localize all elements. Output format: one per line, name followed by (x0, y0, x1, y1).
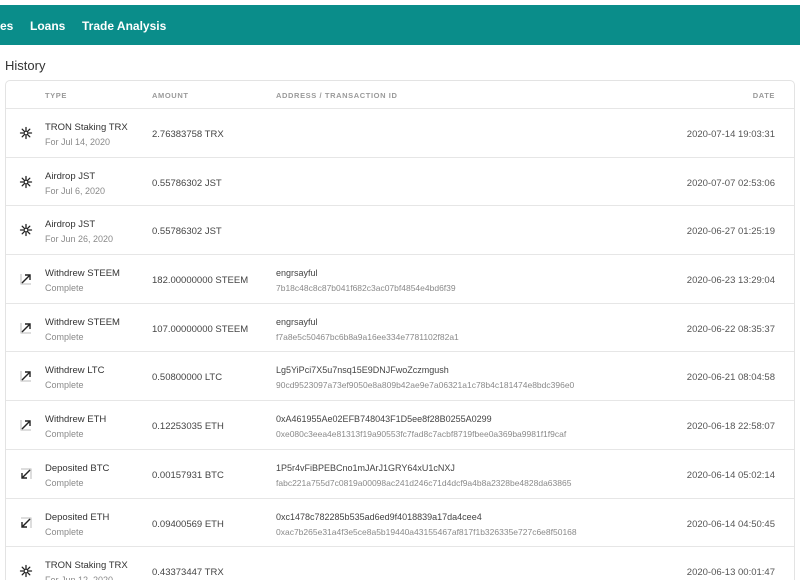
top-nav-bar: es Loans Trade Analysis (0, 5, 800, 45)
transaction-status: For Jun 12, 2020 (45, 575, 113, 580)
transaction-status: Complete (45, 380, 84, 391)
transaction-date: 2020-06-21 08:04:58 (686, 372, 775, 384)
transaction-amount: 0.00157931 BTC (152, 469, 224, 481)
transaction-date: 2020-06-18 22:58:07 (686, 421, 775, 433)
transaction-status: Complete (45, 429, 84, 440)
transaction-amount: 0.43373447 TRX (152, 567, 224, 579)
table-header: TYPE AMOUNT ADDRESS / TRANSACTION ID DAT… (6, 81, 794, 109)
transaction-address[interactable]: Lg5YiPci7X5u7nsq15E9DNJFwoZczmgush (276, 365, 449, 375)
table-row[interactable]: Airdrop JST For Jul 6, 2020 0.55786302 JST… (6, 158, 794, 207)
transaction-type: Withdrew STEEM (45, 268, 120, 280)
transaction-id[interactable]: 90cd9523097a73ef9050e8a809b42ae9e7a06321… (276, 380, 574, 390)
transaction-date: 2020-06-27 01:25:19 (686, 226, 775, 238)
transaction-amount: 0.09400569 ETH (152, 518, 224, 530)
transaction-type: Deposited ETH (45, 511, 110, 523)
transaction-date: 2020-07-14 19:03:31 (686, 129, 775, 140)
transaction-address[interactable]: 0xA461955Ae02EFB748043F1D5ee8f28B0255A02… (276, 414, 492, 424)
transaction-date: 2020-06-22 08:35:37 (686, 323, 775, 335)
transaction-date: 2020-06-14 04:50:45 (686, 518, 775, 530)
column-header-type: TYPE (45, 91, 67, 100)
transaction-type: Withdrew LTC (45, 365, 105, 377)
withdraw-arrow-icon (19, 369, 33, 383)
transaction-date: 2020-06-23 13:29:04 (686, 275, 775, 287)
nav-item-truncated[interactable]: es (0, 19, 13, 33)
transaction-id[interactable]: 0xac7b265e31a4f3e5ce8a5b19440a43155467af… (276, 527, 577, 537)
tron-staking-icon (19, 126, 33, 140)
table-row[interactable]: Withdrew STEEM Complete 107.00000000 STEEM… (6, 304, 794, 353)
transaction-status: For Jul 6, 2020 (45, 185, 106, 196)
transaction-status: For Jul 14, 2020 (45, 137, 111, 147)
column-header-date: DATE (752, 91, 775, 100)
transaction-amount: 0.55786302 JST (152, 226, 222, 238)
table-row[interactable]: TRON Staking TRX For Jun 12, 2020 0.433734… (6, 547, 794, 580)
transaction-id[interactable]: 7b18c48c8c87b041f682c3ac07bf4854e4bd6f39 (276, 283, 456, 293)
transaction-type: Airdrop JST (45, 219, 96, 231)
history-table: TYPE AMOUNT ADDRESS / TRANSACTION ID DAT… (5, 80, 795, 580)
transaction-address[interactable]: 1P5r4vFiBPEBCno1mJArJ1GRY64xU1cNXJ (276, 463, 455, 473)
table-row[interactable]: Withdrew LTC Complete 0.50800000 LTC Lg5YiP… (6, 352, 794, 402)
transaction-amount: 0.12253035 ETH (152, 421, 224, 433)
transaction-type: TRON Staking TRX (45, 560, 128, 572)
transaction-type: Airdrop JST (45, 170, 96, 182)
transaction-id[interactable]: fabc221a755d7c0819a00098ac241d246c71d4dc… (276, 478, 571, 488)
transaction-type: Deposited BTC (45, 462, 110, 474)
transaction-amount: 2.76383758 TRX (152, 129, 224, 140)
table-row[interactable]: Airdrop JST For Jun 26, 2020 0.55786302 JS… (6, 206, 794, 256)
airdrop-icon (19, 223, 33, 237)
transaction-amount: 182.00000000 STEEM (152, 275, 249, 287)
transaction-type: Withdrew STEEM (45, 316, 120, 328)
transaction-amount: 0.55786302 JST (152, 177, 222, 189)
table-row[interactable]: Withdrew STEEM Complete 182.00000000 STEEM… (6, 255, 794, 304)
deposit-arrow-icon (19, 467, 33, 481)
transaction-id[interactable]: 0xe080c3eea4e81313f19a90553fc7fad8c7acbf… (276, 429, 566, 439)
transaction-amount: 107.00000000 STEEM (152, 323, 249, 335)
airdrop-icon (19, 175, 33, 189)
transaction-address[interactable]: engrsayful (276, 268, 318, 278)
transaction-id[interactable]: f7a8e5c50467bc6b8a9a16ee334e7781102f82a1 (276, 332, 459, 342)
withdraw-arrow-icon (19, 272, 33, 286)
nav-item-loans[interactable]: Loans (30, 19, 65, 33)
deposit-arrow-icon (19, 516, 33, 530)
transaction-amount: 0.50800000 LTC (152, 372, 223, 384)
table-row[interactable]: TRON Staking TRX For Jul 14, 2020 2.763837… (6, 109, 794, 158)
column-header-amount: AMOUNT (152, 91, 189, 100)
transaction-status: For Jun 26, 2020 (45, 234, 114, 245)
transaction-address[interactable]: engrsayful (276, 317, 318, 327)
history-title: History (5, 58, 46, 73)
table-row[interactable]: Withdrew ETH Complete 0.12253035 ETH 0xA461… (6, 401, 794, 450)
table-row[interactable]: Deposited BTC Complete 0.00157931 BTC 1P5r4… (6, 450, 794, 499)
transaction-status: Complete (45, 283, 84, 294)
transaction-status: Complete (45, 331, 84, 342)
transaction-date: 2020-06-13 00:01:47 (686, 567, 775, 579)
transaction-status: Complete (45, 477, 84, 488)
withdraw-arrow-icon (19, 321, 33, 335)
withdraw-arrow-icon (19, 418, 33, 432)
nav-item-trade-analysis[interactable]: Trade Analysis (82, 19, 166, 33)
transaction-type: Withdrew ETH (45, 414, 107, 426)
table-row[interactable]: Deposited ETH Complete 0.09400569 ETH 0xc14… (6, 499, 794, 548)
column-header-address: ADDRESS / TRANSACTION ID (276, 91, 398, 100)
transaction-address[interactable]: 0xc1478c782285b535ad6ed9f4018839a17da4ce… (276, 512, 482, 522)
tron-staking-icon (19, 564, 33, 578)
table-body: TRON Staking TRX For Jul 14, 2020 2.763837… (6, 109, 794, 580)
transaction-date: 2020-07-07 02:53:06 (686, 177, 775, 189)
transaction-type: TRON Staking TRX (45, 122, 128, 133)
transaction-status: Complete (45, 526, 84, 537)
transaction-date: 2020-06-14 05:02:14 (686, 469, 775, 481)
